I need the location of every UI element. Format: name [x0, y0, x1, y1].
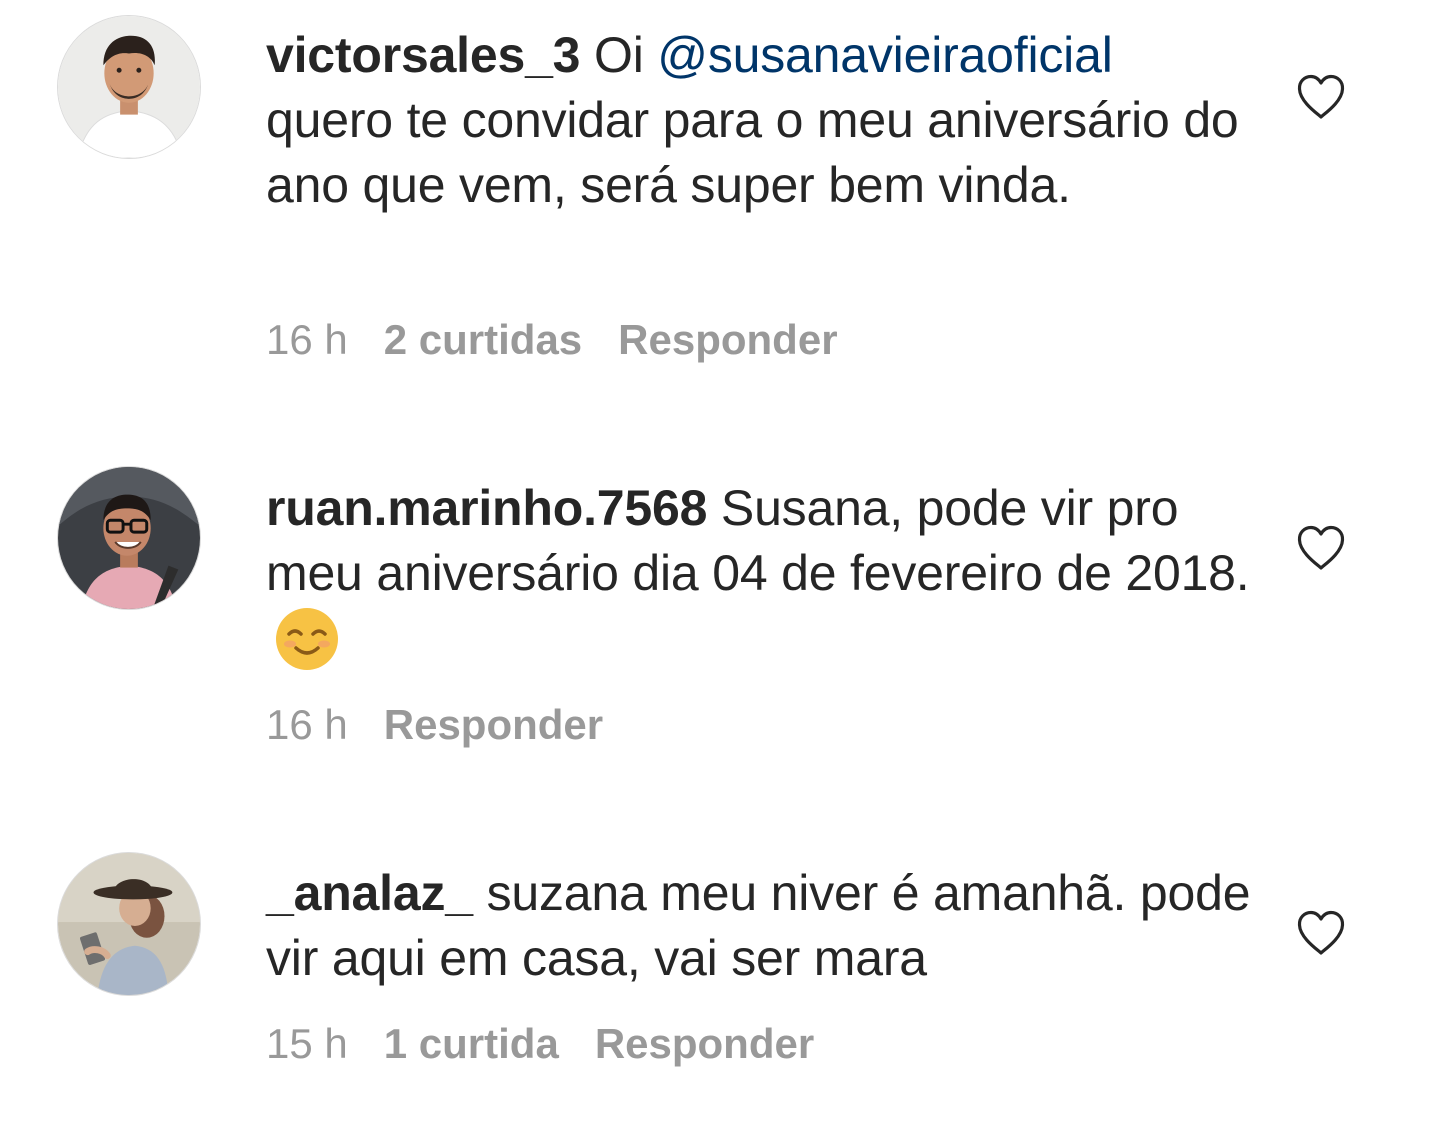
comment-meta: 16 h 2 curtidas Responder [266, 315, 874, 365]
comment-body: ruan.marinho.7568 Susana, pode vir pro m… [266, 476, 1251, 678]
comment-timestamp[interactable]: 16 h [266, 316, 348, 363]
comment-timestamp[interactable]: 15 h [266, 1020, 348, 1067]
comment-username[interactable]: _analaz_ [266, 865, 473, 921]
comment-meta: 16 h Responder [266, 700, 639, 750]
comment-body: _analaz_ suzana meu niver é amanhã. pode… [266, 861, 1251, 991]
comment-timestamp[interactable]: 16 h [266, 701, 348, 748]
comment-username[interactable]: ruan.marinho.7568 [266, 480, 707, 536]
reply-button[interactable]: Responder [595, 1020, 814, 1067]
reply-button[interactable]: Responder [384, 701, 603, 748]
avatar[interactable] [57, 852, 201, 996]
like-count[interactable]: 1 curtida [384, 1020, 559, 1067]
profile-photo-man [58, 16, 200, 158]
comment-text: quero te convidar para o meu aniversário… [266, 92, 1239, 213]
comment-text: Oi [594, 27, 658, 83]
like-heart-icon[interactable] [1296, 910, 1346, 956]
avatar[interactable] [57, 466, 201, 610]
avatar[interactable] [57, 15, 201, 159]
like-heart-icon[interactable] [1296, 74, 1346, 120]
like-heart-icon[interactable] [1296, 525, 1346, 571]
comment-body: victorsales_3 Oi @susanavieiraoficial qu… [266, 23, 1251, 218]
comment-meta: 15 h 1 curtida Responder [266, 1019, 850, 1069]
mention-link[interactable]: @susanavieiraoficial [657, 27, 1113, 83]
profile-photo-man-glasses [58, 467, 200, 609]
smiling-face-emoji-icon [274, 606, 340, 672]
like-count[interactable]: 2 curtidas [384, 316, 582, 363]
profile-photo-woman-hat [58, 853, 200, 995]
reply-button[interactable]: Responder [618, 316, 837, 363]
comment-username[interactable]: victorsales_3 [266, 27, 580, 83]
